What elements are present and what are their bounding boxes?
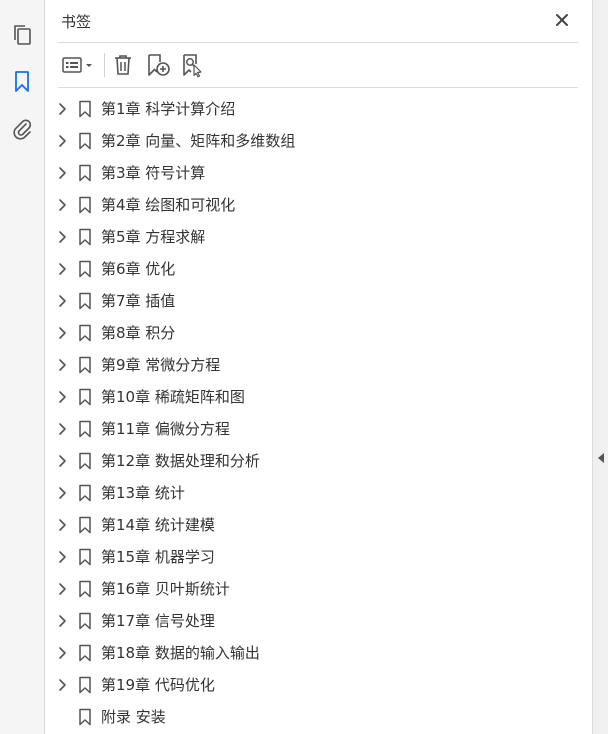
divider: [58, 87, 578, 88]
bookmark-icon: [78, 228, 92, 246]
bookmark-item[interactable]: 第1章 科学计算介绍: [46, 93, 592, 125]
chevron-right-icon[interactable]: [56, 358, 70, 372]
pages-icon[interactable]: [8, 21, 36, 49]
bookmark-label: 第9章 常微分方程: [101, 356, 221, 374]
chevron-right-icon[interactable]: [56, 614, 70, 628]
chevron-right-icon[interactable]: [56, 646, 70, 660]
bookmark-item[interactable]: 第12章 数据处理和分析: [46, 445, 592, 477]
bookmarks-panel: 书签 第1章 科学计算介绍 第2章 向量、矩阵和多维数组 第3章 符号计算 第4…: [46, 0, 592, 734]
bookmark-label: 第4章 绘图和可视化: [101, 196, 236, 214]
divider: [58, 42, 578, 43]
bookmark-label: 第19章 代码优化: [101, 676, 215, 694]
bookmark-label: 第3章 符号计算: [101, 164, 206, 182]
bookmark-label: 附录 安装: [101, 708, 166, 726]
bookmark-icon: [78, 260, 92, 278]
chevron-right-icon[interactable]: [56, 166, 70, 180]
bookmark-icon: [78, 420, 92, 438]
chevron-right-icon[interactable]: [56, 678, 70, 692]
bookmark-label: 第15章 机器学习: [101, 548, 215, 566]
chevron-right-icon[interactable]: [56, 134, 70, 148]
bookmark-item[interactable]: 第19章 代码优化: [46, 669, 592, 701]
bookmark-icon: [78, 484, 92, 502]
trash-icon[interactable]: [110, 50, 136, 80]
bookmark-icon: [78, 612, 92, 630]
chevron-right-icon[interactable]: [56, 422, 70, 436]
bookmark-icon: [78, 388, 92, 406]
bookmark-item[interactable]: 第4章 绘图和可视化: [46, 189, 592, 221]
bookmark-icon[interactable]: [8, 68, 36, 96]
bookmark-item[interactable]: 第17章 信号处理: [46, 605, 592, 637]
bookmark-label: 第5章 方程求解: [101, 228, 206, 246]
bookmark-icon: [78, 100, 92, 118]
bookmark-item[interactable]: 第18章 数据的输入输出: [46, 637, 592, 669]
bookmark-icon: [78, 548, 92, 566]
bookmark-item[interactable]: 第6章 优化: [46, 253, 592, 285]
chevron-right-icon[interactable]: [56, 582, 70, 596]
chevron-right-icon[interactable]: [56, 454, 70, 468]
chevron-right-icon[interactable]: [56, 102, 70, 116]
bookmark-item[interactable]: 第15章 机器学习: [46, 541, 592, 573]
paperclip-icon[interactable]: [8, 114, 36, 142]
bookmark-item[interactable]: 第13章 统计: [46, 477, 592, 509]
bookmark-icon: [78, 452, 92, 470]
chevron-right-icon[interactable]: [56, 550, 70, 564]
bookmark-label: 第17章 信号处理: [101, 612, 215, 630]
bookmark-label: 第8章 积分: [101, 324, 176, 342]
collapse-arrow-icon[interactable]: [596, 450, 606, 466]
bookmark-icon: [78, 708, 92, 726]
bookmark-label: 第10章 稀疏矩阵和图: [101, 388, 245, 406]
bookmark-item[interactable]: 附录 安装: [46, 701, 592, 733]
chevron-right-icon[interactable]: [56, 326, 70, 340]
bookmark-icon: [78, 196, 92, 214]
bookmark-label: 第6章 优化: [101, 260, 176, 278]
bookmark-icon: [78, 644, 92, 662]
bookmark-icon: [78, 356, 92, 374]
bookmarks-toolbar: [58, 50, 578, 80]
bookmark-icon: [78, 164, 92, 182]
bookmark-item[interactable]: 第11章 偏微分方程: [46, 413, 592, 445]
bookmark-label: 第18章 数据的输入输出: [101, 644, 260, 662]
bookmark-item[interactable]: 第2章 向量、矩阵和多维数组: [46, 125, 592, 157]
chevron-right-icon[interactable]: [56, 262, 70, 276]
bookmark-label: 第2章 向量、矩阵和多维数组: [101, 132, 296, 150]
close-icon[interactable]: [552, 10, 572, 30]
bookmark-item[interactable]: 第3章 符号计算: [46, 157, 592, 189]
find-bookmark-icon[interactable]: [178, 50, 206, 80]
panel-collapse-strip: [592, 0, 608, 734]
chevron-right-icon[interactable]: [56, 230, 70, 244]
bookmark-label: 第1章 科学计算介绍: [101, 100, 236, 118]
toolbar-separator: [104, 53, 105, 77]
bookmark-item[interactable]: 第7章 插值: [46, 285, 592, 317]
panel-title: 书签: [61, 13, 92, 31]
bookmark-icon: [78, 324, 92, 342]
bookmark-item[interactable]: 第5章 方程求解: [46, 221, 592, 253]
chevron-right-icon[interactable]: [56, 198, 70, 212]
options-menu-icon[interactable]: [58, 50, 98, 80]
chevron-right-icon[interactable]: [56, 294, 70, 308]
bookmark-icon: [78, 516, 92, 534]
bookmark-label: 第7章 插值: [101, 292, 176, 310]
bookmark-label: 第14章 统计建模: [101, 516, 215, 534]
bookmark-item[interactable]: 第14章 统计建模: [46, 509, 592, 541]
new-bookmark-icon[interactable]: [144, 50, 172, 80]
bookmark-label: 第11章 偏微分方程: [101, 420, 230, 438]
bookmark-item[interactable]: 第9章 常微分方程: [46, 349, 592, 381]
navigation-rail: [0, 0, 45, 734]
chevron-right-icon[interactable]: [56, 518, 70, 532]
bookmark-item[interactable]: 第10章 稀疏矩阵和图: [46, 381, 592, 413]
bookmark-icon: [78, 292, 92, 310]
chevron-right-icon[interactable]: [56, 486, 70, 500]
bookmark-item[interactable]: 第16章 贝叶斯统计: [46, 573, 592, 605]
bookmark-icon: [78, 580, 92, 598]
bookmark-item[interactable]: 第8章 积分: [46, 317, 592, 349]
bookmark-label: 第16章 贝叶斯统计: [101, 580, 230, 598]
chevron-right-icon[interactable]: [56, 390, 70, 404]
bookmark-icon: [78, 676, 92, 694]
bookmark-icon: [78, 132, 92, 150]
bookmark-label: 第13章 统计: [101, 484, 185, 502]
bookmark-label: 第12章 数据处理和分析: [101, 452, 260, 470]
